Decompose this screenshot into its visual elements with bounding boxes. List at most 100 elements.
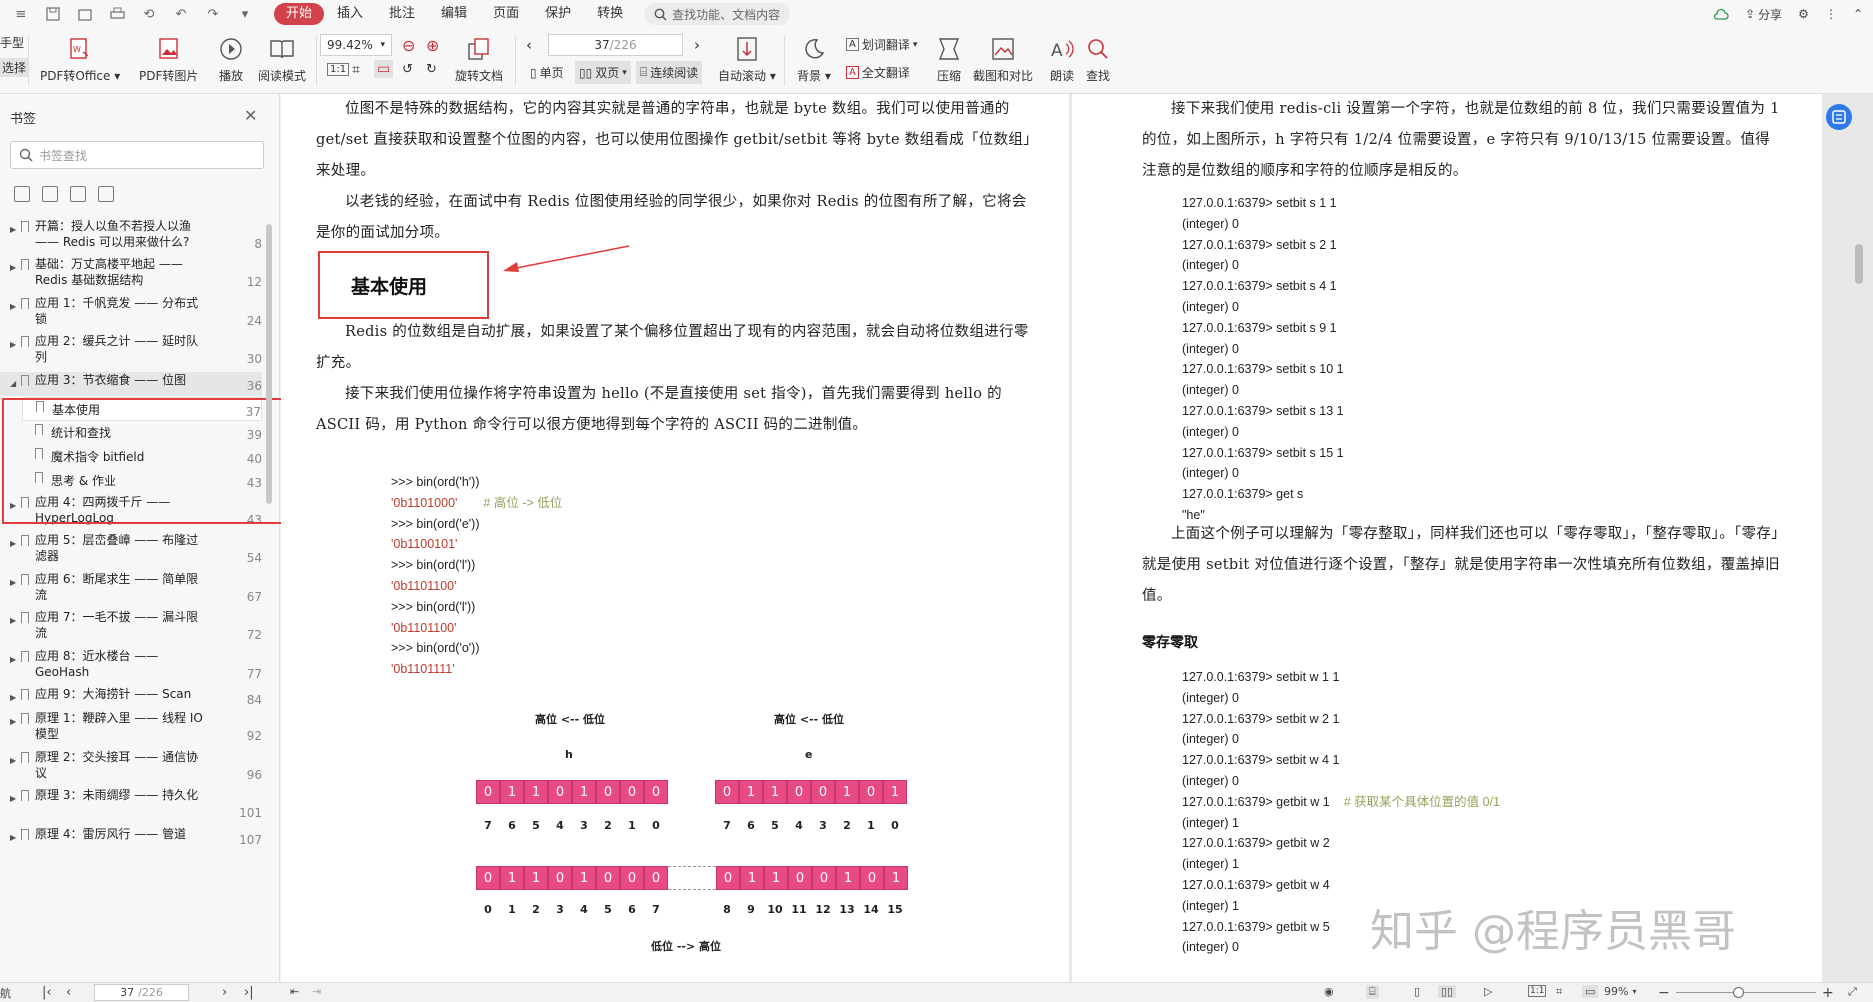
collapsed-arrow-icon[interactable]: ▶ bbox=[10, 613, 16, 629]
bookmark-item[interactable]: ▶ 应用 9：大海捞针 —— Scan 84 bbox=[0, 686, 262, 710]
document-scrollbar[interactable] bbox=[1855, 244, 1863, 284]
customize-dropdown-icon[interactable]: ▾ bbox=[236, 5, 254, 23]
bookmark-item[interactable]: ▶ 应用 2：缓兵之计 —— 延时队列 30 bbox=[0, 333, 262, 371]
cloud-sync-icon[interactable] bbox=[1713, 8, 1729, 20]
play-button[interactable]: 播放 bbox=[216, 34, 246, 84]
compress-button[interactable]: 压缩 bbox=[934, 34, 964, 84]
tab-2[interactable]: 批注 bbox=[376, 3, 428, 25]
select-tool-button[interactable]: 选择 bbox=[0, 58, 29, 77]
settings-icon[interactable]: ⚙ bbox=[1798, 7, 1809, 21]
bookmark-search-input[interactable]: 书签查找 bbox=[10, 141, 264, 169]
save-icon[interactable] bbox=[44, 5, 62, 23]
share-button[interactable]: ⇪ 分享 bbox=[1745, 6, 1782, 23]
collapsed-arrow-icon[interactable]: ▶ bbox=[10, 830, 16, 846]
double-view-icon[interactable]: ▯▯ bbox=[1438, 985, 1457, 998]
full-translate-button[interactable]: A 全文翻译 bbox=[846, 64, 910, 81]
single-view-icon[interactable]: ▯ bbox=[1414, 985, 1420, 998]
rotate-document-button[interactable]: 旋转文档 bbox=[455, 34, 503, 84]
page-number-input[interactable]: 37/226 bbox=[548, 34, 683, 56]
tab-4[interactable]: 页面 bbox=[480, 3, 532, 25]
tab-6[interactable]: 转换 bbox=[584, 3, 636, 25]
undo-history-icon[interactable]: ⟲ bbox=[140, 5, 158, 23]
function-search-box[interactable]: 查找功能、文档内容 bbox=[644, 3, 791, 25]
bookmark-item[interactable]: ▶ 原理 2：交头接耳 —— 通信协议 96 bbox=[0, 749, 262, 787]
floating-assistant-button[interactable] bbox=[1826, 104, 1852, 130]
tab-5[interactable]: 保护 bbox=[532, 3, 584, 25]
zoom-out-icon[interactable]: ⊖ bbox=[402, 36, 415, 55]
bookmark-item[interactable]: ▶ 应用 5：层峦叠嶂 —— 布隆过滤器 54 bbox=[0, 532, 262, 570]
fit-width-status-icon[interactable]: ▭ bbox=[1582, 985, 1599, 998]
tab-1[interactable]: 插入 bbox=[324, 3, 376, 25]
double-page-button[interactable]: ▯▯ 双页 ▾ bbox=[575, 61, 631, 84]
next-page-icon[interactable]: › bbox=[694, 36, 700, 54]
status-page-input[interactable]: 37/226 bbox=[94, 984, 189, 1001]
sidebar-scrollbar[interactable] bbox=[266, 224, 272, 504]
bookmark-item[interactable]: ▶ 应用 1：千帆竞发 —— 分布式锁 24 bbox=[0, 295, 262, 333]
zoom-in-status-icon[interactable]: + bbox=[1822, 985, 1834, 1001]
fit-page-status-icon[interactable]: ⌗ bbox=[1556, 985, 1562, 999]
expand-all-icon[interactable] bbox=[14, 186, 30, 202]
collapsed-arrow-icon[interactable]: ▶ bbox=[10, 690, 16, 706]
collapse-all-icon[interactable] bbox=[42, 186, 58, 202]
word-translate-button[interactable]: A 划词翻译 ▾ bbox=[846, 36, 917, 53]
eye-protection-icon[interactable]: ◉ bbox=[1324, 985, 1334, 998]
back-icon[interactable]: ⇤ bbox=[290, 985, 299, 998]
open-icon[interactable] bbox=[76, 5, 94, 23]
zoom-out-status-icon[interactable]: − bbox=[1658, 985, 1670, 1001]
collapsed-arrow-icon[interactable]: ▶ bbox=[10, 652, 16, 668]
collapsed-arrow-icon[interactable]: ▶ bbox=[10, 753, 16, 769]
play-status-icon[interactable]: ▷ bbox=[1484, 985, 1492, 998]
collapsed-arrow-icon[interactable]: ▶ bbox=[10, 575, 16, 591]
menu-icon[interactable]: ≡ bbox=[12, 5, 30, 23]
bookmark-item[interactable]: ▶ 基础：万丈高楼平地起 ——Redis 基础数据结构 12 bbox=[0, 256, 262, 294]
prev-page-icon[interactable]: ‹ bbox=[526, 36, 532, 54]
rotate-right-icon[interactable]: ↻ bbox=[426, 62, 437, 77]
print-icon[interactable] bbox=[108, 5, 126, 23]
zoom-slider-handle[interactable] bbox=[1733, 987, 1744, 998]
status-zoom-select[interactable]: 99% ▾ bbox=[1604, 985, 1636, 998]
rotate-left-icon[interactable]: ↺ bbox=[402, 62, 413, 77]
bookmark-item[interactable]: ▶ 应用 6：断尾求生 —— 简单限流 67 bbox=[0, 571, 262, 609]
expanded-arrow-icon[interactable]: ◢ bbox=[10, 376, 16, 392]
screenshot-compare-button[interactable]: 截图和对比 bbox=[973, 34, 1033, 84]
close-icon[interactable]: ✕ bbox=[244, 106, 257, 125]
fit-page-icon[interactable]: ⌗ bbox=[352, 62, 360, 78]
pdf-to-image-button[interactable]: PDF转图片 bbox=[139, 34, 198, 84]
collapsed-arrow-icon[interactable]: ▶ bbox=[10, 222, 16, 238]
bookmark-item[interactable]: ▶ 原理 3：未雨绸缪 —— 持久化 101 bbox=[0, 787, 262, 825]
bookmark-item[interactable]: ▶ 开篇：授人以鱼不若授人以渔 —— Redis 可以用来做什么? 8 bbox=[0, 218, 262, 256]
collapse-ribbon-icon[interactable]: ⌃ bbox=[1853, 7, 1863, 21]
zoom-select[interactable]: 99.42% ▾ bbox=[320, 34, 392, 56]
hand-tool-button[interactable]: 手型 bbox=[0, 34, 24, 51]
collapsed-arrow-icon[interactable]: ▶ bbox=[10, 714, 16, 730]
collapsed-arrow-icon[interactable]: ▶ bbox=[10, 260, 16, 276]
tab-3[interactable]: 编辑 bbox=[428, 3, 480, 25]
collapsed-arrow-icon[interactable]: ▶ bbox=[10, 536, 16, 552]
add-bookmark-icon[interactable] bbox=[70, 186, 86, 202]
auto-scroll-button[interactable]: 自动滚动 ▾ bbox=[718, 34, 776, 84]
continuous-reading-button[interactable]: ⌸ 连续阅读 bbox=[636, 61, 703, 84]
collapsed-arrow-icon[interactable]: ▶ bbox=[10, 791, 16, 807]
single-page-button[interactable]: ▯ 单页 bbox=[530, 64, 564, 81]
pdf-to-office-button[interactable]: W PDF转Office ▾ bbox=[40, 34, 120, 84]
bookmark-item[interactable]: ▶ 应用 8：近水楼台 —— GeoHash 77 bbox=[0, 648, 262, 686]
reading-mode-button[interactable]: 阅读模式 bbox=[258, 34, 306, 84]
bookmark-icon[interactable] bbox=[98, 186, 114, 202]
bookmark-item[interactable]: ◢ 应用 3：节衣缩食 —— 位图 36 bbox=[0, 372, 262, 396]
background-button[interactable]: 背景 ▾ bbox=[797, 34, 831, 84]
more-vertical-icon[interactable]: ⋮ bbox=[1825, 7, 1837, 21]
redo-icon[interactable]: ↷ bbox=[204, 5, 222, 23]
read-aloud-button[interactable]: A 朗读 bbox=[1047, 34, 1077, 84]
prev-page-status-icon[interactable]: ‹ bbox=[66, 985, 71, 1000]
collapsed-arrow-icon[interactable]: ▶ bbox=[10, 337, 16, 353]
collapsed-arrow-icon[interactable]: ▶ bbox=[10, 299, 16, 315]
first-page-icon[interactable]: |‹ bbox=[42, 985, 52, 1000]
tab-0[interactable]: 开始 bbox=[274, 3, 325, 25]
continuous-view-icon[interactable]: ⌸ bbox=[1366, 985, 1379, 999]
zoom-in-icon[interactable]: ⊕ bbox=[426, 36, 439, 55]
fullscreen-icon[interactable]: ⤢ bbox=[1848, 985, 1857, 999]
zoom-slider-track[interactable] bbox=[1676, 992, 1816, 993]
forward-icon[interactable]: ⇥ bbox=[312, 985, 321, 998]
document-view[interactable]: 位图不是特殊的数据结构，它的内容其实就是普通的字符串，也就是 byte 数组。我… bbox=[281, 94, 1873, 982]
next-page-status-icon[interactable]: › bbox=[222, 985, 227, 1000]
